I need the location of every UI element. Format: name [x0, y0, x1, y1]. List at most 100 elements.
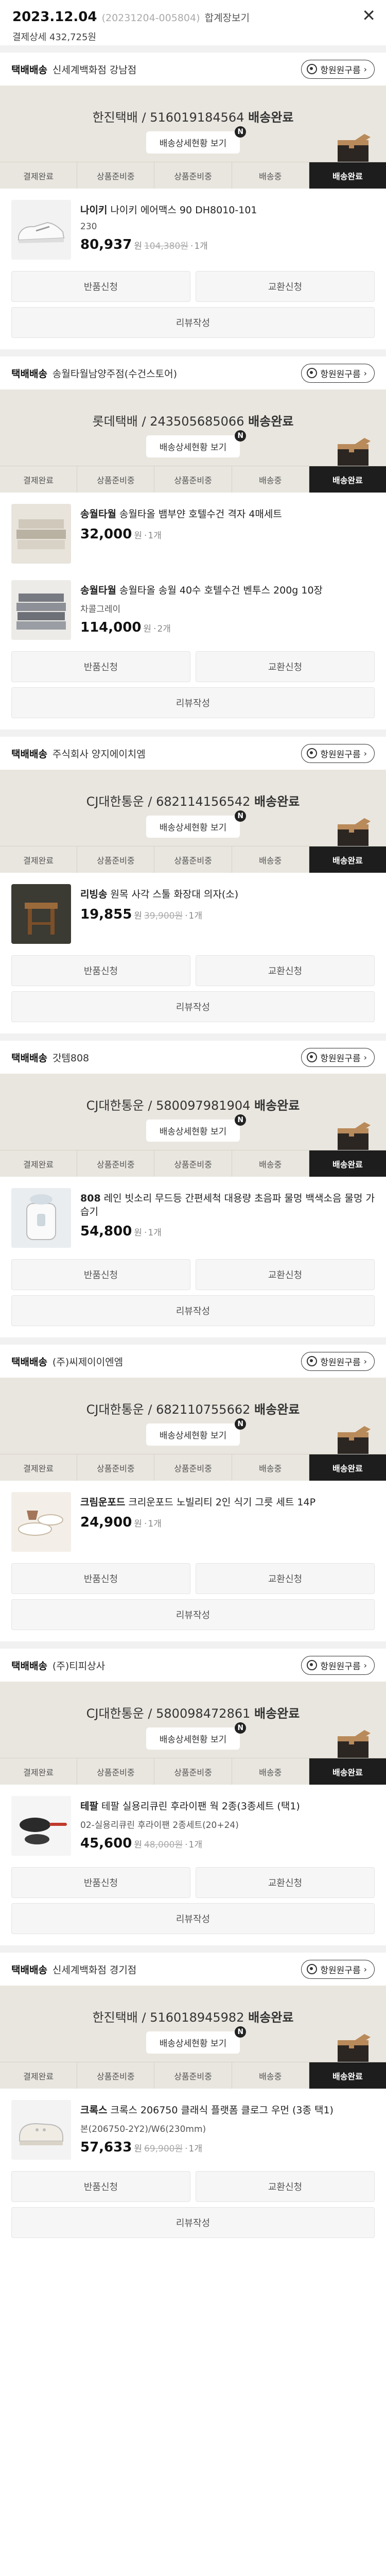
seller-name[interactable]: 송월타월남양주점(수건스토어) [52, 368, 177, 380]
delivery-complete-label: 배송완료 [254, 794, 300, 809]
section-divider [0, 730, 386, 737]
seller-name[interactable]: 신세계백화점 강남점 [52, 64, 136, 76]
return-request-button[interactable]: 반품신청 [11, 955, 190, 986]
return-request-button[interactable]: 반품신청 [11, 651, 190, 682]
product-name: 크림운포드 크리운포드 노빌리티 2인 식기 그릇 세트 14P [80, 1496, 315, 1510]
product-thumbnail[interactable] [11, 504, 71, 564]
qty-separator: · [144, 1518, 147, 1529]
seller-name[interactable]: 신세계백화점 경기점 [52, 1964, 136, 1976]
tracking-detail-button[interactable]: 배송상세현황 보기 N [146, 126, 247, 154]
write-review-button[interactable]: 리뷰작성 [11, 1903, 375, 1934]
product-item[interactable]: 송월타월 송월타올 송월 40수 호텔수건 벤투스 200g 10장 차콜그레이 11… [0, 569, 386, 645]
step: 상품준비중 [77, 1150, 155, 1177]
delivery-steps: 결제완료 상품준비중 상품준비중 배송중 배송완료 [0, 846, 386, 873]
tracking-detail-button[interactable]: 배송상세현황 보기 N [146, 1722, 247, 1750]
location-button[interactable]: 항원원구름 › [301, 743, 375, 763]
delivery-complete-label: 배송완료 [248, 2010, 294, 2025]
product-thumbnail[interactable] [11, 1188, 71, 1248]
location-button[interactable]: 항원원구름 › [301, 1655, 375, 1675]
action-row: 반품신청 교환신청 [11, 651, 375, 682]
tracking-detail-label: 배송상세현황 보기 [159, 2039, 227, 2049]
item-actions: 반품신청 교환신청리뷰작성 [0, 2165, 386, 2249]
location-button[interactable]: 항원원구름 › [301, 59, 375, 79]
write-review-button[interactable]: 리뷰작성 [11, 991, 375, 1022]
product-item[interactable]: 리빙송 원목 사각 스툴 화장대 의자(소) 19,855 원 39,900원 · 1개 [0, 873, 386, 949]
payment-summary[interactable]: 결제상세 432,725원 [12, 30, 374, 43]
location-pin-icon [307, 64, 318, 74]
carrier-number: CJ대한통운 / 580097981904 [86, 1098, 251, 1113]
exchange-request-button[interactable]: 교환신청 [196, 1259, 375, 1290]
return-request-button[interactable]: 반품신청 [11, 271, 190, 302]
seller-name[interactable]: 주식회사 양지에이치엠 [52, 749, 146, 760]
exchange-request-button[interactable]: 교환신청 [196, 271, 375, 302]
merge-view-link[interactable]: 합계장보기 [205, 12, 250, 24]
shipment-card: 택배배송 갓템808 항원원구름 › CJ대한통운 / 580097981904 배송완… [0, 1033, 386, 1337]
new-badge: N [235, 1418, 247, 1430]
product-thumbnail[interactable] [11, 200, 71, 260]
return-request-button[interactable]: 반품신청 [11, 1563, 190, 1594]
product-item[interactable]: 테팔 테팔 실용리큐린 후라이팬 웍 2종(3종세트 (택1) 02-실용리큐린 후… [0, 1785, 386, 1861]
product-item[interactable]: 808 레인 빗소리 무드등 간편세척 대용량 초음파 물멍 백색소음 물멍 가습… [0, 1177, 386, 1253]
exchange-request-button[interactable]: 교환신청 [196, 1563, 375, 1594]
return-request-button[interactable]: 반품신청 [11, 2171, 190, 2202]
close-icon[interactable]: ✕ [362, 7, 376, 24]
item-actions: 반품신청 교환신청리뷰작성 [0, 645, 386, 730]
step: 배송중 [232, 466, 309, 493]
seller-row: 택배배송 갓템808 항원원구름 › [0, 1041, 386, 1074]
delivery-steps: 결제완료 상품준비중 상품준비중 배송중 배송완료 [0, 1758, 386, 1785]
tracking-detail-button[interactable]: 배송상세현황 보기 N [146, 430, 247, 457]
price-row: 54,800 원 · 1개 [80, 1224, 375, 1239]
delivery-status-panel: 한진택배 / 516019184564 배송완료 배송상세현황 보기 N [0, 86, 386, 162]
exchange-request-button[interactable]: 교환신청 [196, 1867, 375, 1898]
location-button[interactable]: 항원원구름 › [301, 1351, 375, 1371]
product-thumbnail[interactable] [11, 884, 71, 944]
carrier-number: CJ대한통운 / 682110755662 [86, 1402, 251, 1417]
payment-amount: 432,725원 [49, 32, 96, 43]
location-button[interactable]: 항원원구름 › [301, 1959, 375, 1979]
section-divider [0, 1337, 386, 1345]
product-item[interactable]: 송월타월 송월타올 뱀부얀 호텔수건 격자 4매세트 32,000 원 · 1개 [0, 493, 386, 569]
seller-info: 택배배송 주식회사 양지에이치엠 [11, 747, 146, 760]
location-button[interactable]: 항원원구름 › [301, 363, 375, 383]
seller-row: 택배배송 (주)티피상사 항원원구름 › [0, 1649, 386, 1682]
return-request-button[interactable]: 반품신청 [11, 1867, 190, 1898]
product-thumbnail[interactable] [11, 1796, 71, 1856]
delivery-complete-label: 배송완료 [248, 110, 294, 125]
tracking-detail-label: 배송상세현황 보기 [159, 1431, 227, 1441]
tracking-detail-button[interactable]: 배송상세현황 보기 N [146, 1418, 247, 1446]
exchange-request-button[interactable]: 교환신청 [196, 955, 375, 986]
product-thumbnail[interactable] [11, 2100, 71, 2160]
product-item[interactable]: 크록스 크록스 206750 클래식 플랫폼 클로그 우먼 (3종 택1) 본(20… [0, 2089, 386, 2165]
tracking-detail-button[interactable]: 배송상세현황 보기 N [146, 810, 247, 838]
product-item[interactable]: 나이키 나이키 에어맥스 90 DH8010-101 230 80,937 원 104,3… [0, 189, 386, 265]
chevron-right-icon: › [363, 1660, 367, 1670]
product-quantity: 1개 [194, 241, 208, 251]
step: 결제완료 [0, 162, 78, 189]
tracking-detail-button[interactable]: 배송상세현황 보기 N [146, 1114, 247, 1142]
return-request-button[interactable]: 반품신청 [11, 1259, 190, 1290]
carrier-tracking: 한진택배 / 516019184564 배송완료 [0, 107, 386, 125]
exchange-request-button[interactable]: 교환신청 [196, 2171, 375, 2202]
qty-separator: · [185, 2143, 188, 2154]
write-review-button[interactable]: 리뷰작성 [11, 687, 375, 718]
product-price: 57,633 [80, 2139, 132, 2155]
exchange-request-button[interactable]: 교환신청 [196, 651, 375, 682]
write-review-button[interactable]: 리뷰작성 [11, 307, 375, 338]
write-review-button[interactable]: 리뷰작성 [11, 2207, 375, 2238]
product-item[interactable]: 크림운포드 크리운포드 노빌리티 2인 식기 그릇 세트 14P 24,900 원 · 1… [0, 1481, 386, 1557]
seller-name[interactable]: 갓템808 [52, 1053, 89, 1064]
seller-name[interactable]: (주)티피상사 [52, 1660, 105, 1672]
location-button[interactable]: 항원원구름 › [301, 1047, 375, 1067]
tracking-detail-label: 배송상세현황 보기 [159, 443, 227, 453]
product-price: 45,600 [80, 1835, 132, 1851]
write-review-button[interactable]: 리뷰작성 [11, 1599, 375, 1630]
product-thumbnail[interactable] [11, 1492, 71, 1552]
step: 결제완료 [0, 1150, 78, 1177]
product-name: 나이키 나이키 에어맥스 90 DH8010-101 [80, 204, 257, 217]
product-brand: 나이키 [80, 205, 108, 216]
product-thumbnail[interactable] [11, 580, 71, 640]
write-review-button[interactable]: 리뷰작성 [11, 1295, 375, 1326]
product-title: 송월타올 송월 40수 호텔수건 벤투스 200g 10장 [119, 585, 323, 596]
seller-name[interactable]: (주)씨제이이엔엠 [52, 1357, 123, 1368]
tracking-detail-button[interactable]: 배송상세현황 보기 N [146, 2026, 247, 2054]
